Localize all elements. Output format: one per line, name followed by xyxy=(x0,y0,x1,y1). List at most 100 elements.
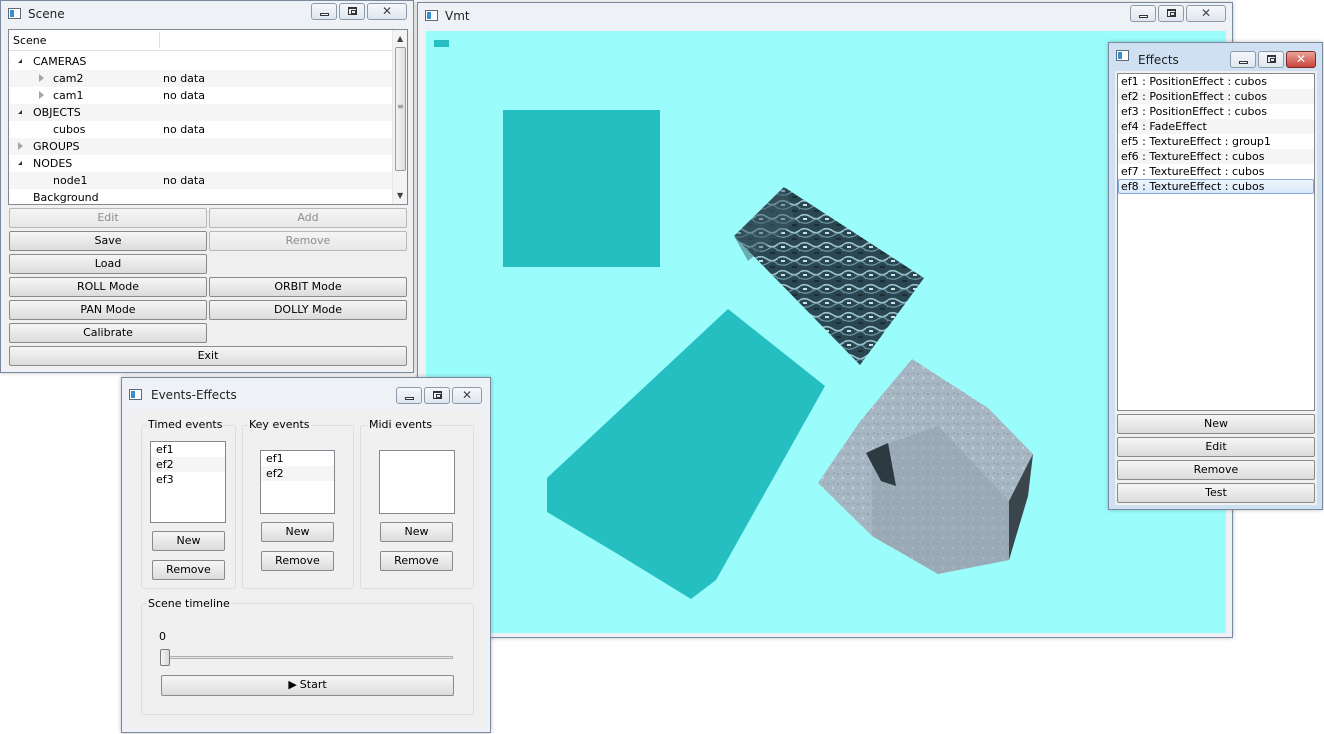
effect-item[interactable]: ef2 : PositionEffect : cubos xyxy=(1118,89,1314,104)
timed-new-button[interactable]: New xyxy=(152,531,225,551)
key-events-list[interactable]: ef1 ef2 xyxy=(260,450,335,514)
events-title: Events-Effects xyxy=(151,388,237,402)
effects-window: Effects ✕ ef1 : PositionEffect : cubos e… xyxy=(1108,42,1323,510)
effect-item[interactable]: ef1 : PositionEffect : cubos xyxy=(1118,74,1314,89)
tree-item-node1[interactable]: node1 no data xyxy=(9,172,392,189)
scene-tree[interactable]: Scene CAMERAS cam2 no data cam1 no data xyxy=(8,29,408,205)
dolly-mode-button[interactable]: DOLLY Mode xyxy=(209,300,407,320)
vmt-title: Vmt xyxy=(445,9,470,23)
maximize-button[interactable] xyxy=(1258,51,1284,68)
effect-item[interactable]: ef4 : FadeEffect xyxy=(1118,119,1314,134)
tree-item-label: Background xyxy=(33,191,99,204)
minimize-button[interactable] xyxy=(396,387,422,404)
effect-item-selected[interactable]: ef8 : TextureEffect : cubos xyxy=(1118,179,1314,194)
calibrate-button[interactable]: Calibrate xyxy=(9,323,207,343)
timed-events-list[interactable]: ef1 ef2 ef3 xyxy=(150,441,226,523)
effects-titlebar[interactable]: Effects ✕ xyxy=(1109,43,1322,69)
close-button[interactable]: ✕ xyxy=(367,3,407,20)
list-item[interactable]: ef1 xyxy=(261,451,334,466)
tree-header-label: Scene xyxy=(13,34,47,47)
close-button[interactable]: ✕ xyxy=(1286,51,1316,68)
close-button[interactable]: ✕ xyxy=(452,387,482,404)
midi-remove-button[interactable]: Remove xyxy=(380,551,453,571)
list-item[interactable]: ef1 xyxy=(151,442,225,457)
maximize-icon xyxy=(1167,9,1176,17)
header-divider xyxy=(159,32,160,48)
save-button[interactable]: Save xyxy=(9,231,207,251)
effect-item[interactable]: ef6 : TextureEffect : cubos xyxy=(1118,149,1314,164)
tree-item-label: cam2 xyxy=(53,72,84,85)
pan-mode-button[interactable]: PAN Mode xyxy=(9,300,207,320)
scroll-down-icon[interactable]: ▼ xyxy=(397,191,403,200)
list-item[interactable]: ef2 xyxy=(261,466,334,481)
tree-item-value: no data xyxy=(163,89,205,102)
slider-handle[interactable] xyxy=(160,649,170,666)
list-item[interactable]: ef2 xyxy=(151,457,225,472)
orbit-mode-button[interactable]: ORBIT Mode xyxy=(209,277,407,297)
minimize-button[interactable] xyxy=(311,3,337,20)
maximize-button[interactable] xyxy=(1158,5,1184,22)
edit-button[interactable]: Edit xyxy=(9,208,207,228)
tree-item-label: CAMERAS xyxy=(33,55,87,68)
tree-item-cubos[interactable]: cubos no data xyxy=(9,121,392,138)
load-button[interactable]: Load xyxy=(9,254,207,274)
maximize-button[interactable] xyxy=(424,387,450,404)
tree-item-groups[interactable]: GROUPS xyxy=(9,138,392,155)
tree-item-label: OBJECTS xyxy=(33,106,81,119)
close-icon: ✕ xyxy=(461,388,473,402)
effect-label: ef2 : PositionEffect : cubos xyxy=(1121,90,1267,103)
new-effect-button[interactable]: New xyxy=(1117,414,1315,434)
maximize-button[interactable] xyxy=(339,3,365,20)
expanded-arrow-icon xyxy=(18,59,22,63)
tree-scrollbar[interactable]: ▲ ≡ ▼ xyxy=(392,30,407,204)
tree-item-background[interactable]: Background xyxy=(9,189,392,204)
key-new-button[interactable]: New xyxy=(261,522,334,542)
close-icon: ✕ xyxy=(1200,6,1212,20)
minimize-button[interactable] xyxy=(1230,51,1256,68)
midi-new-button[interactable]: New xyxy=(380,522,453,542)
remove-button[interactable]: Remove xyxy=(209,231,407,251)
effect-item[interactable]: ef7 : TextureEffect : cubos xyxy=(1118,164,1314,179)
close-button[interactable]: ✕ xyxy=(1186,5,1226,22)
effects-list[interactable]: ef1 : PositionEffect : cubos ef2 : Posit… xyxy=(1117,73,1315,411)
start-button[interactable]: ▶ Start xyxy=(161,675,454,696)
scene-titlebar[interactable]: Scene ✕ xyxy=(1,1,413,27)
maximize-icon xyxy=(433,391,442,399)
timed-remove-button[interactable]: Remove xyxy=(152,560,225,580)
scroll-thumb[interactable]: ≡ xyxy=(395,47,406,171)
events-titlebar[interactable]: Events-Effects ✕ xyxy=(122,378,490,410)
tree-item-objects[interactable]: OBJECTS xyxy=(9,104,392,121)
expanded-arrow-icon xyxy=(18,161,22,165)
timeline-value: 0 xyxy=(159,630,166,643)
remove-effect-button[interactable]: Remove xyxy=(1117,460,1315,480)
tree-header[interactable]: Scene xyxy=(9,30,392,51)
list-item[interactable]: ef3 xyxy=(151,472,225,487)
list-item-label: ef1 xyxy=(156,443,174,456)
effect-item[interactable]: ef3 : PositionEffect : cubos xyxy=(1118,104,1314,119)
roll-mode-button[interactable]: ROLL Mode xyxy=(9,277,207,297)
key-remove-button[interactable]: Remove xyxy=(261,551,334,571)
add-button[interactable]: Add xyxy=(209,208,407,228)
scene-render xyxy=(434,40,1033,599)
effect-label: ef6 : TextureEffect : cubos xyxy=(1121,150,1265,163)
edit-effect-button[interactable]: Edit xyxy=(1117,437,1315,457)
effect-item[interactable]: ef5 : TextureEffect : group1 xyxy=(1118,134,1314,149)
minimize-button[interactable] xyxy=(1130,5,1156,22)
tree-item-cameras[interactable]: CAMERAS xyxy=(9,53,392,70)
tree-item-cam1[interactable]: cam1 no data xyxy=(9,87,392,104)
collapsed-arrow-icon xyxy=(18,142,23,150)
tree-item-nodes[interactable]: NODES xyxy=(9,155,392,172)
collapsed-arrow-icon xyxy=(39,74,44,82)
vmt-titlebar[interactable]: Vmt ✕ xyxy=(418,3,1232,29)
tree-item-cam2[interactable]: cam2 no data xyxy=(9,70,392,87)
scroll-up-icon[interactable]: ▲ xyxy=(397,34,403,43)
vmt-viewport[interactable] xyxy=(426,31,1226,633)
close-icon: ✕ xyxy=(1295,52,1307,66)
test-effect-button[interactable]: Test xyxy=(1117,483,1315,503)
exit-button[interactable]: Exit xyxy=(9,346,407,366)
midi-events-list[interactable] xyxy=(379,450,455,514)
app-icon xyxy=(1116,50,1129,61)
tree-item-value: no data xyxy=(163,123,205,136)
midi-events-label: Midi events xyxy=(368,418,434,431)
timeline-slider[interactable] xyxy=(160,648,453,668)
